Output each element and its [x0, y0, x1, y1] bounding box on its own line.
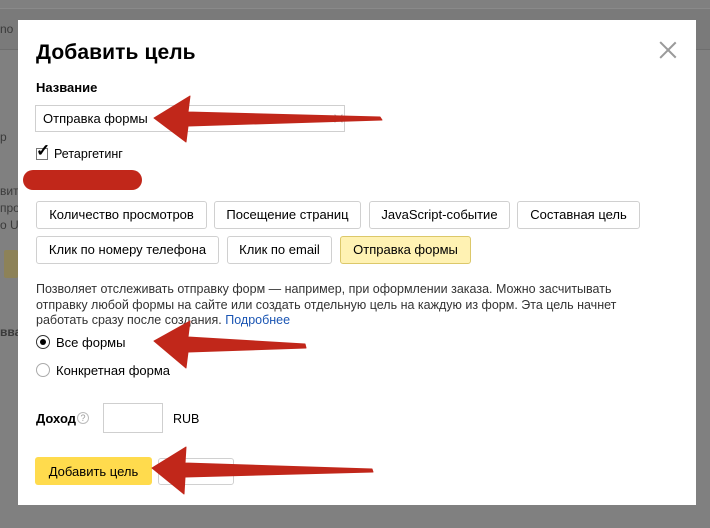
background-text: p [0, 130, 7, 144]
help-icon[interactable]: ? [77, 412, 89, 424]
close-icon[interactable] [659, 41, 677, 59]
radio-specific-form[interactable]: Конкретная форма [36, 362, 170, 378]
radio-button[interactable] [36, 335, 50, 349]
background-button [4, 250, 18, 278]
background-text: no [0, 22, 14, 36]
redaction-mark [23, 170, 142, 190]
background-text: о U [0, 218, 19, 232]
retargeting-label: Ретаргетинг [54, 147, 123, 161]
more-link[interactable]: Подробнее [225, 313, 290, 327]
add-goal-button[interactable]: Добавить цель [35, 457, 152, 485]
radio-all-forms[interactable]: Все формы [36, 334, 125, 350]
cancel-button[interactable] [158, 458, 234, 485]
goal-name-input[interactable] [35, 105, 345, 132]
clear-input-icon[interactable] [334, 114, 343, 123]
goal-type-email-click[interactable]: Клик по email [227, 236, 332, 264]
goal-type-javascript-event[interactable]: JavaScript-событие [369, 201, 510, 229]
goal-type-pageviews[interactable]: Количество просмотров [36, 201, 207, 229]
goal-type-form-submit[interactable]: Отправка формы [340, 236, 471, 264]
dialog-title: Добавить цель [36, 41, 196, 64]
radio-label: Конкретная форма [56, 362, 171, 378]
background-text: про [0, 201, 20, 215]
income-label: Доход [36, 411, 76, 426]
goal-type-composite[interactable]: Составная цель [517, 201, 640, 229]
retargeting-checkbox[interactable]: ✓ [36, 142, 50, 160]
income-input[interactable] [103, 403, 163, 433]
radio-label: Все формы [56, 334, 126, 350]
goal-type-phone-click[interactable]: Клик по номеру телефона [36, 236, 219, 264]
name-label: Название [36, 80, 98, 95]
description-text: Позволяет отслеживать отправку форм — на… [36, 282, 617, 327]
retargeting-checkbox-row[interactable]: ✓ Ретаргетинг [36, 142, 123, 162]
goal-description: Позволяет отслеживать отправку форм — на… [36, 282, 646, 329]
radio-button[interactable] [36, 363, 50, 377]
goal-type-page-visits[interactable]: Посещение страниц [214, 201, 361, 229]
checkmark-icon: ✓ [36, 141, 51, 160]
add-goal-dialog: Добавить цель Название ✓ Ретаргетинг Кол… [18, 20, 696, 505]
currency-label: RUB [173, 412, 200, 426]
